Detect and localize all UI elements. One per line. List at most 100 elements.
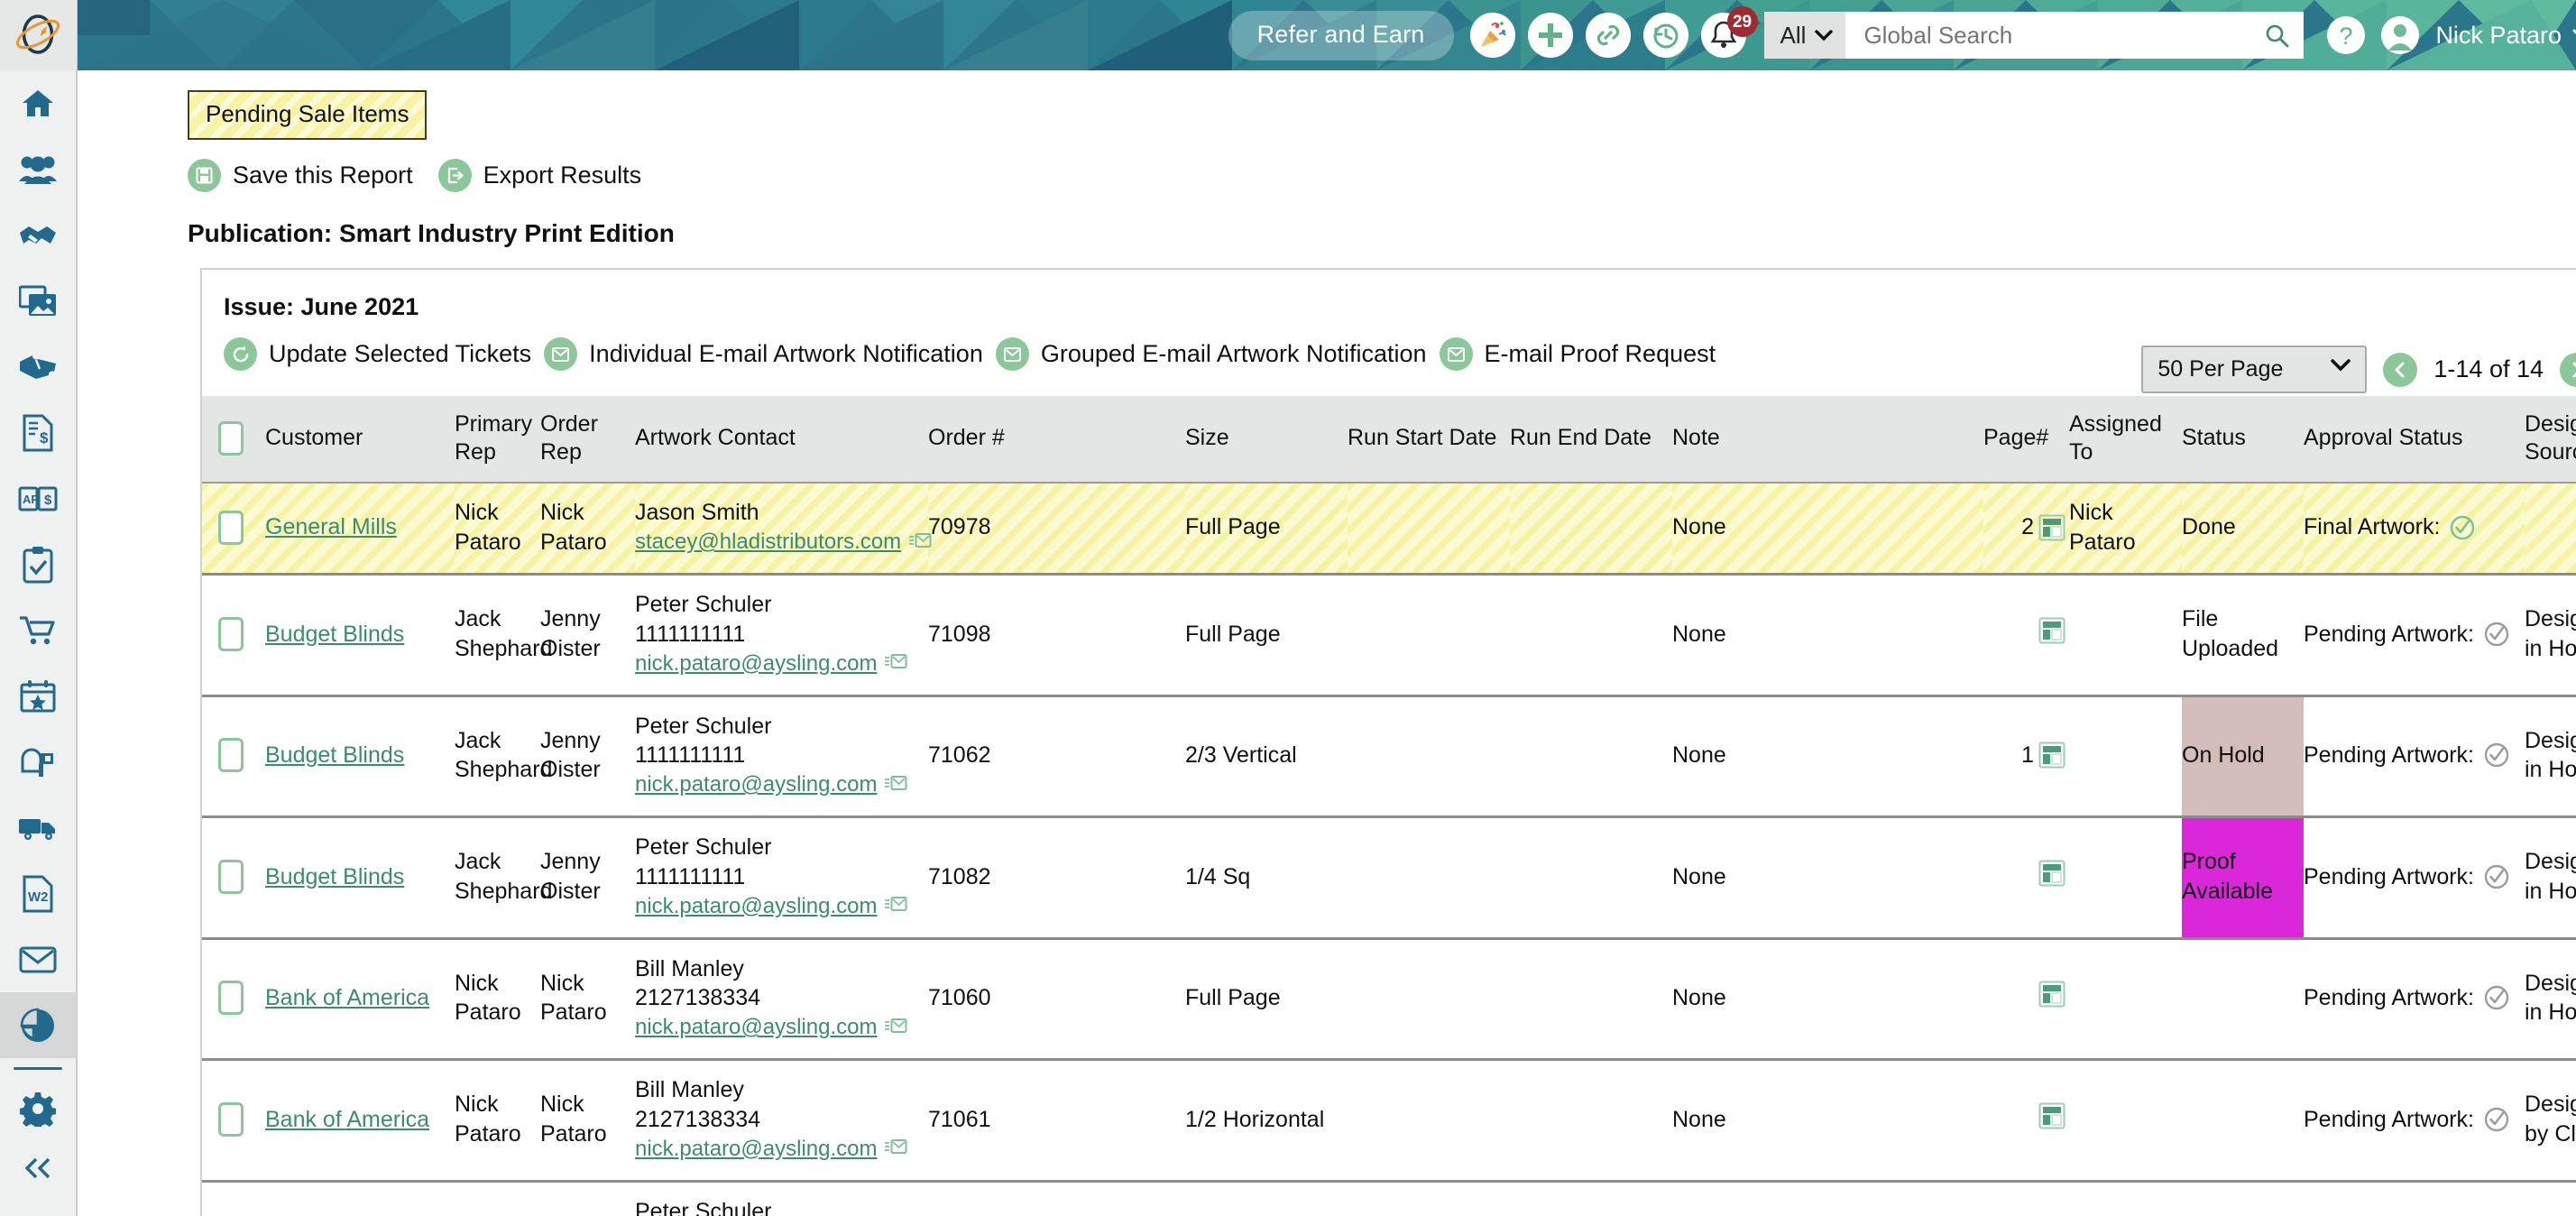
customer-link[interactable]: Budget Blinds bbox=[265, 742, 404, 768]
page-layout-icon[interactable] bbox=[2038, 742, 2065, 769]
column-run-start-date[interactable]: Run Start Date bbox=[1348, 396, 1510, 483]
table-row[interactable]: Budget Blinds Jack Shephard Jenny Oister… bbox=[202, 575, 2576, 696]
contact-email-link[interactable]: nick.pataro@aysling.com bbox=[635, 1135, 877, 1163]
customer-link[interactable]: General Mills bbox=[265, 514, 397, 539]
approval-check-icon[interactable] bbox=[2449, 514, 2476, 541]
table-row[interactable]: Budget Blinds Jack Shephard Jenny Oister… bbox=[202, 1181, 2576, 1216]
contact-email-link[interactable]: nick.pataro@aysling.com bbox=[635, 770, 877, 798]
column-artwork-contact[interactable]: Artwork Contact bbox=[635, 396, 928, 483]
row-checkbox[interactable] bbox=[218, 981, 244, 1015]
search-scope-dropdown[interactable]: All bbox=[1764, 12, 1846, 59]
table-row[interactable]: Budget Blinds Jack Shephard Jenny Oister… bbox=[202, 696, 2576, 817]
sidebar-item-contacts[interactable] bbox=[0, 136, 77, 202]
column-assigned-to[interactable]: Assigned To bbox=[2069, 396, 2182, 483]
sidebar-item-reports[interactable] bbox=[0, 992, 77, 1058]
chevron-down-icon bbox=[1815, 30, 1833, 41]
grouped-email-artwork-notification-button[interactable]: Grouped E-mail Artwork Notification bbox=[996, 337, 1427, 371]
notifications-bell-icon[interactable]: 29 bbox=[1701, 13, 1746, 58]
page-layout-icon[interactable] bbox=[2038, 1102, 2065, 1129]
column-order-rep[interactable]: Order Rep bbox=[540, 396, 635, 483]
plus-icon[interactable] bbox=[1528, 13, 1573, 58]
search-input[interactable] bbox=[1863, 22, 2251, 50]
table-row[interactable]: Bank of America Nick Pataro Nick Pataro … bbox=[202, 1060, 2576, 1182]
email-compose-icon[interactable] bbox=[884, 1134, 907, 1164]
link-icon[interactable] bbox=[1586, 13, 1631, 58]
report-tab-pending-sale-items[interactable]: Pending Sale Items bbox=[188, 90, 427, 140]
column-order-number[interactable]: Order # bbox=[928, 396, 1185, 483]
approval-check-icon[interactable] bbox=[2483, 742, 2510, 769]
table-row[interactable]: Budget Blinds Jack Shephard Jenny Oister… bbox=[202, 817, 2576, 939]
column-customer[interactable]: Customer bbox=[265, 396, 455, 483]
next-page-button[interactable] bbox=[2560, 353, 2576, 387]
column-page-number[interactable]: Page# bbox=[1983, 396, 2069, 483]
row-checkbox[interactable] bbox=[218, 738, 244, 772]
email-compose-icon[interactable] bbox=[884, 1013, 907, 1043]
sidebar-item-accounts-payable[interactable]: AP $ bbox=[0, 465, 77, 531]
chevron-down-icon[interactable] bbox=[2572, 29, 2576, 42]
column-primary-rep[interactable]: Primary Rep bbox=[455, 396, 540, 483]
table-row[interactable]: General Mills Nick Pataro Nick Pataro Ja… bbox=[202, 483, 2576, 575]
help-icon[interactable]: ? bbox=[2323, 13, 2369, 58]
sidebar-item-tax-forms[interactable]: W2 bbox=[0, 861, 77, 926]
column-approval-status[interactable]: Approval Status bbox=[2304, 396, 2525, 483]
sidebar-item-events[interactable] bbox=[0, 663, 77, 729]
sidebar-collapse[interactable] bbox=[0, 1141, 77, 1195]
contact-email-link[interactable]: nick.pataro@aysling.com bbox=[635, 892, 877, 920]
page-layout-icon[interactable] bbox=[2038, 617, 2065, 644]
column-size[interactable]: Size bbox=[1185, 396, 1348, 483]
contact-email-link[interactable]: nick.pataro@aysling.com bbox=[635, 649, 877, 677]
sidebar-item-invoices[interactable]: $ bbox=[0, 400, 77, 465]
email-compose-icon[interactable] bbox=[884, 891, 907, 921]
contact-email-link[interactable]: stacey@hladistributors.com bbox=[635, 528, 901, 556]
refer-and-earn-button[interactable]: Refer and Earn bbox=[1228, 11, 1454, 60]
approval-check-icon[interactable] bbox=[2483, 1106, 2510, 1133]
individual-email-artwork-notification-button[interactable]: Individual E-mail Artwork Notification bbox=[544, 337, 983, 371]
column-note[interactable]: Note bbox=[1672, 396, 1983, 483]
page-layout-icon[interactable] bbox=[2038, 981, 2065, 1008]
customer-link[interactable]: Bank of America bbox=[265, 1107, 429, 1132]
email-proof-request-button[interactable]: E-mail Proof Request bbox=[1440, 337, 1716, 371]
row-checkbox[interactable] bbox=[218, 1102, 244, 1137]
column-design-source[interactable]: Design Source bbox=[2525, 396, 2576, 483]
customer-link[interactable]: Budget Blinds bbox=[265, 864, 404, 889]
update-selected-tickets-button[interactable]: Update Selected Tickets bbox=[224, 337, 531, 371]
aysling-logo[interactable] bbox=[0, 0, 77, 70]
avatar[interactable] bbox=[2378, 13, 2423, 58]
sidebar-item-orders[interactable] bbox=[0, 597, 77, 663]
per-page-select[interactable]: 50 Per Page bbox=[2141, 345, 2367, 393]
approval-check-icon[interactable] bbox=[2483, 863, 2510, 890]
sidebar-item-distribution[interactable] bbox=[0, 795, 77, 861]
history-clock-icon[interactable] bbox=[1643, 13, 1688, 58]
customer-link[interactable]: Budget Blinds bbox=[265, 622, 404, 647]
approval-check-icon[interactable] bbox=[2483, 984, 2510, 1011]
row-checkbox[interactable] bbox=[218, 860, 244, 894]
user-name[interactable]: Nick Pataro bbox=[2435, 22, 2562, 50]
email-compose-icon[interactable] bbox=[884, 770, 907, 800]
sidebar-item-settings[interactable] bbox=[0, 1075, 77, 1141]
sidebar-item-home[interactable] bbox=[0, 70, 77, 136]
sidebar-item-media[interactable] bbox=[0, 268, 77, 334]
sidebar-item-email[interactable] bbox=[0, 926, 77, 992]
sidebar-item-tasks[interactable] bbox=[0, 531, 77, 597]
column-status[interactable]: Status bbox=[2182, 396, 2304, 483]
save-this-report-button[interactable]: Save this Report bbox=[188, 159, 413, 192]
sidebar-item-tickets[interactable] bbox=[0, 334, 77, 400]
approval-check-icon[interactable] bbox=[2483, 621, 2510, 648]
row-checkbox[interactable] bbox=[218, 617, 244, 651]
cell-order-number: 71098 bbox=[928, 575, 1185, 696]
email-compose-icon[interactable] bbox=[884, 649, 907, 678]
column-run-end-date[interactable]: Run End Date bbox=[1510, 396, 1672, 483]
row-checkbox[interactable] bbox=[218, 511, 244, 545]
search-icon[interactable] bbox=[2264, 23, 2289, 48]
page-layout-icon[interactable] bbox=[2038, 514, 2065, 541]
table-row[interactable]: Bank of America Nick Pataro Nick Pataro … bbox=[202, 938, 2576, 1060]
sidebar-item-deals[interactable] bbox=[0, 202, 77, 268]
customer-link[interactable]: Bank of America bbox=[265, 985, 429, 1010]
previous-page-button[interactable] bbox=[2383, 353, 2417, 387]
party-popper-icon[interactable] bbox=[1470, 13, 1515, 58]
page-layout-icon[interactable] bbox=[2038, 860, 2065, 887]
sidebar-item-circulation[interactable] bbox=[0, 729, 77, 795]
contact-email-link[interactable]: nick.pataro@aysling.com bbox=[635, 1013, 877, 1041]
select-all-checkbox[interactable] bbox=[218, 421, 244, 456]
export-results-button[interactable]: Export Results bbox=[438, 159, 642, 192]
